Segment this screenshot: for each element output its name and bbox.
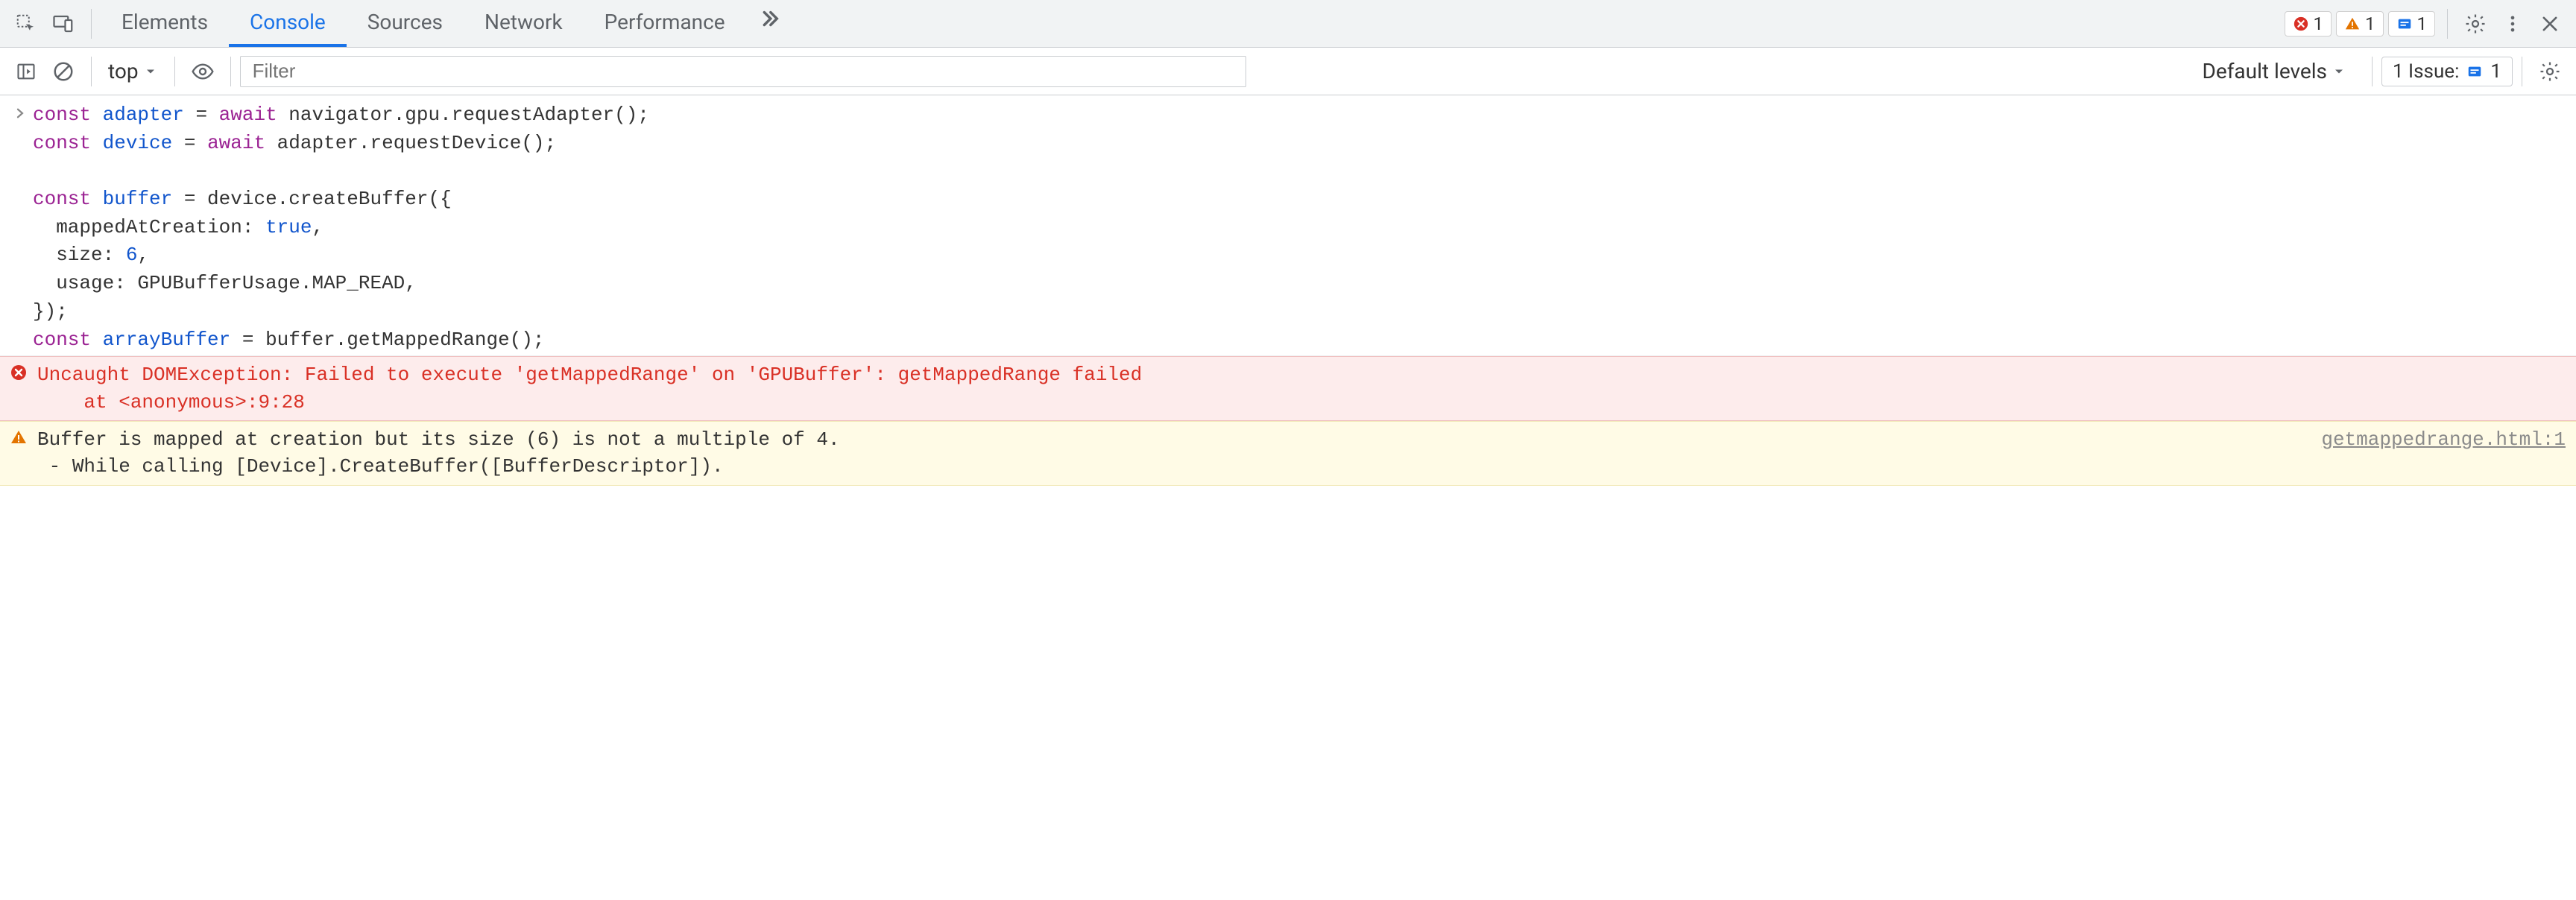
- tab-console[interactable]: Console: [229, 0, 347, 47]
- prompt-icon: [7, 101, 33, 354]
- clear-console-icon[interactable]: [45, 53, 82, 90]
- code-text: const adapter = await navigator.gpu.requ…: [33, 101, 649, 354]
- chevron-down-icon: [143, 64, 158, 79]
- console-error-message[interactable]: Uncaught DOMException: Failed to execute…: [0, 356, 2576, 421]
- divider: [174, 57, 175, 86]
- console-warning-message[interactable]: Buffer is mapped at creation but its siz…: [0, 421, 2576, 486]
- console-toolbar: top Default levels 1 Issue: 1: [0, 48, 2576, 95]
- context-label: top: [108, 59, 139, 83]
- divider: [91, 57, 92, 86]
- chevron-down-icon: [2332, 64, 2346, 79]
- warning-source-link[interactable]: getmappedrange.html:1: [2321, 426, 2566, 454]
- context-selector[interactable]: top: [101, 59, 165, 83]
- issues-label: 1 Issue:: [2393, 60, 2459, 83]
- error-text: Uncaught DOMException: Failed to execute…: [37, 361, 2566, 416]
- divider: [91, 9, 92, 39]
- tab-performance[interactable]: Performance: [584, 0, 746, 47]
- main-toolbar: Elements Console Sources Network Perform…: [0, 0, 2576, 48]
- console-input-history[interactable]: const adapter = await navigator.gpu.requ…: [0, 95, 2576, 356]
- warn-count-badge[interactable]: 1: [2336, 11, 2384, 37]
- warning-icon: [7, 426, 30, 456]
- error-icon: [7, 361, 30, 391]
- log-levels-label: Default levels: [2202, 59, 2327, 83]
- settings-icon[interactable]: [2457, 5, 2494, 42]
- info-count-badge[interactable]: 1: [2388, 11, 2436, 37]
- message-counts: 1 1 1: [2285, 11, 2439, 37]
- inspect-icon[interactable]: [7, 5, 45, 42]
- tab-elements[interactable]: Elements: [101, 0, 229, 47]
- issues-button[interactable]: 1 Issue: 1: [2381, 57, 2513, 86]
- panel-tabs: Elements Console Sources Network Perform…: [101, 0, 791, 47]
- warning-text: Buffer is mapped at creation but its siz…: [37, 426, 2314, 481]
- divider: [2447, 9, 2448, 39]
- error-count: 1: [2314, 13, 2324, 34]
- sidebar-toggle-icon[interactable]: [7, 53, 45, 90]
- info-count: 1: [2417, 13, 2428, 34]
- divider: [230, 57, 231, 86]
- tab-network[interactable]: Network: [464, 0, 584, 47]
- log-levels-selector[interactable]: Default levels: [2185, 59, 2363, 83]
- device-toggle-icon[interactable]: [45, 5, 82, 42]
- filter-input[interactable]: [240, 56, 1246, 87]
- divider: [2372, 57, 2373, 86]
- console-messages: const adapter = await navigator.gpu.requ…: [0, 95, 2576, 486]
- warn-count: 1: [2365, 13, 2375, 34]
- more-tabs-icon[interactable]: [746, 0, 791, 37]
- kebab-menu-icon[interactable]: [2494, 5, 2531, 42]
- issues-count: 1: [2490, 60, 2501, 83]
- tab-sources[interactable]: Sources: [347, 0, 464, 47]
- live-expression-icon[interactable]: [184, 53, 221, 90]
- error-count-badge[interactable]: 1: [2285, 11, 2332, 37]
- close-icon[interactable]: [2531, 5, 2569, 42]
- console-settings-icon[interactable]: [2531, 53, 2569, 90]
